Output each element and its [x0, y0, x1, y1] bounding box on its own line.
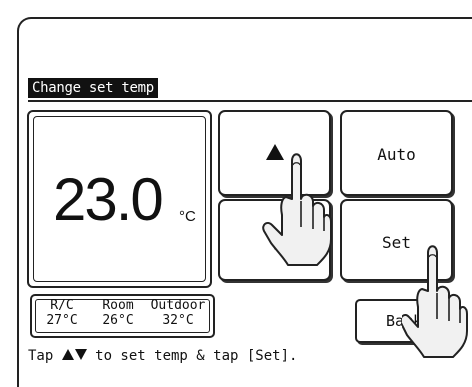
- set-button[interactable]: Set: [340, 199, 453, 281]
- auto-button-label: Auto: [377, 145, 416, 164]
- set-button-label: Set: [382, 233, 411, 252]
- triangle-down-icon: [265, 234, 284, 250]
- triangle-down-icon: [74, 349, 87, 360]
- instruction-suffix: to set temp & tap [Set].: [86, 348, 298, 364]
- title-divider: [28, 100, 472, 102]
- rc-label: R/C: [50, 298, 74, 313]
- screen-title: Change set temp: [28, 78, 158, 98]
- triangle-up-icon: [61, 349, 74, 360]
- rc-value: 27°C: [46, 313, 78, 328]
- auto-button[interactable]: Auto: [340, 110, 453, 196]
- room-value: 26°C: [102, 313, 134, 328]
- temp-down-button[interactable]: [218, 199, 331, 281]
- back-button[interactable]: Back: [355, 299, 453, 343]
- outdoor-value: 32°C: [162, 313, 194, 328]
- set-temperature-value: 23.0: [53, 166, 164, 233]
- room-temperature: Room 26°C: [92, 298, 144, 328]
- temperature-unit: °C: [179, 208, 196, 225]
- temp-up-button[interactable]: [218, 110, 331, 196]
- instruction-prefix: Tap: [28, 348, 62, 364]
- room-label: Room: [102, 298, 134, 313]
- outdoor-temperature: Outdoor 32°C: [145, 298, 211, 328]
- rc-temperature: R/C 27°C: [36, 298, 88, 328]
- temperature-readout: R/C 27°C Room 26°C Outdoor 32°C: [30, 294, 215, 338]
- back-button-label: Back: [385, 312, 423, 330]
- outdoor-label: Outdoor: [150, 298, 206, 313]
- instruction-text: Tap to set temp & tap [Set].: [28, 348, 297, 364]
- triangle-up-icon: [265, 144, 284, 160]
- set-temperature-display: 23.0 °C: [27, 110, 212, 288]
